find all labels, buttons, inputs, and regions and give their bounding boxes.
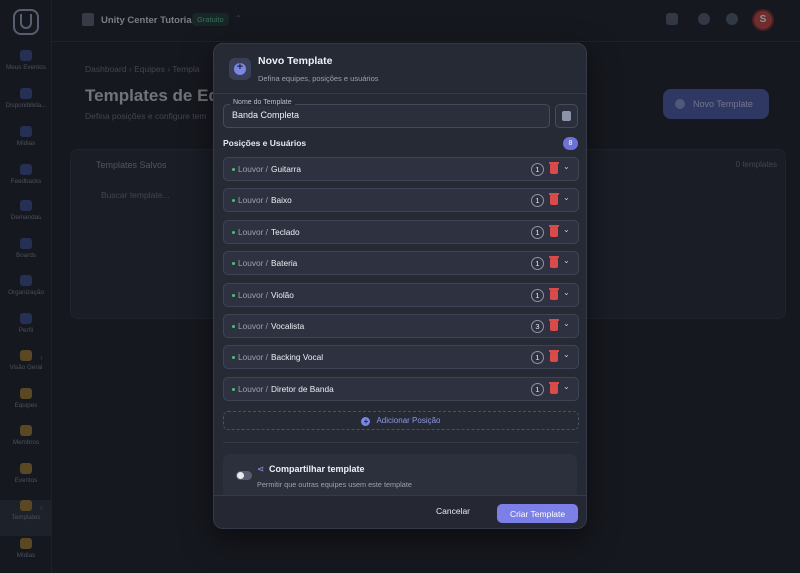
status-dot-icon [232,168,235,171]
position-group: Louvor / [238,226,268,237]
trash-icon[interactable] [549,162,559,174]
position-group: Louvor / [238,383,268,394]
share-icon: ⋖ [257,464,265,474]
positions-count-badge: 8 [563,137,578,150]
trash-icon[interactable] [549,319,559,331]
status-dot-icon [232,262,235,266]
share-subtitle: Permitir que outras equipes usem este te… [257,480,412,489]
chevron-down-icon[interactable]: ⌄ [563,288,570,297]
position-row[interactable]: Louvor / Backing Vocal 1 ⌄ [223,345,579,370]
position-row[interactable]: Louvor / Teclado 1 ⌄ [223,219,579,244]
modal-subtitle: Defina equipes, posições e usuários [258,74,379,83]
divider [214,93,586,94]
position-name: Violão [271,289,294,300]
position-count-badge: 1 [531,351,544,365]
position-group: Louvor / [238,321,268,331]
position-row[interactable]: Louvor / Violão 1 ⌄ [223,282,579,307]
template-picker-button[interactable] [555,104,578,128]
template-name-field[interactable]: Nome do Template [223,99,550,128]
chevron-down-icon[interactable]: ⌄ [563,350,570,359]
trash-icon[interactable] [549,224,559,237]
share-title: Compartilhar template [269,464,365,474]
add-circle-icon [229,58,251,80]
position-count-badge: 1 [531,288,544,302]
position-group: Louvor / [238,164,268,174]
divider [223,442,579,443]
position-row[interactable]: Louvor / Guitarra 1 ⌄ [223,157,579,181]
position-name: Vocalista [271,321,305,331]
status-dot-icon [232,387,235,391]
status-dot-icon [232,325,235,328]
trash-icon[interactable] [549,287,559,300]
status-dot-icon [232,356,235,360]
field-label: Nome do Template [230,99,295,106]
position-count-badge: 1 [531,194,544,208]
status-dot-icon [232,199,235,203]
trash-icon[interactable] [549,350,559,363]
modal-footer: Cancelar Criar Template [214,495,586,528]
position-group: Louvor / [238,195,268,206]
position-name: Backing Vocal [271,352,324,363]
share-toggle[interactable] [236,471,252,480]
position-count-badge: 1 [531,257,544,271]
position-name: Bateria [271,258,298,269]
position-row[interactable]: Louvor / Baixo 1 ⌄ [223,188,579,213]
chevron-down-icon[interactable]: ⌄ [563,382,570,391]
trash-icon[interactable] [549,381,559,394]
chevron-down-icon[interactable]: ⌄ [563,193,570,202]
positions-title: Posições e Usuários [223,138,307,148]
position-row[interactable]: Louvor / Bateria 1 ⌄ [223,251,579,276]
template-icon [562,111,571,121]
chevron-down-icon[interactable]: ⌄ [563,162,570,171]
add-position-label: Adicionar Posição [376,416,441,425]
position-name: Guitarra [271,164,301,174]
position-count-badge: 3 [531,320,544,333]
position-count-badge: 1 [531,382,544,396]
cancel-button[interactable]: Cancelar [436,506,470,516]
trash-icon[interactable] [549,193,559,206]
chevron-down-icon[interactable]: ⌄ [563,225,570,234]
add-position-button[interactable]: + Adicionar Posição [223,411,579,430]
template-name-input[interactable] [232,110,532,120]
position-group: Louvor / [238,258,268,269]
status-dot-icon [232,293,235,297]
status-dot-icon [232,230,235,234]
position-name: Teclado [271,226,300,237]
position-group: Louvor / [238,289,268,300]
position-count-badge: 1 [531,163,544,176]
position-row[interactable]: Louvor / Diretor de Banda 1 ⌄ [223,376,579,401]
trash-icon[interactable] [549,256,559,269]
new-template-modal: Novo Template Defina equipes, posições e… [213,43,587,529]
position-name: Baixo [271,195,292,206]
chevron-down-icon[interactable]: ⌄ [563,256,570,265]
position-group: Louvor / [238,352,268,363]
modal-title: Novo Template [258,55,333,67]
position-row[interactable]: Louvor / Vocalista 3 ⌄ [223,314,579,338]
plus-icon: + [361,417,371,426]
position-name: Diretor de Banda [271,383,334,394]
create-template-button[interactable]: Criar Template [497,504,578,523]
position-count-badge: 1 [531,225,544,239]
chevron-down-icon[interactable]: ⌄ [563,319,570,328]
